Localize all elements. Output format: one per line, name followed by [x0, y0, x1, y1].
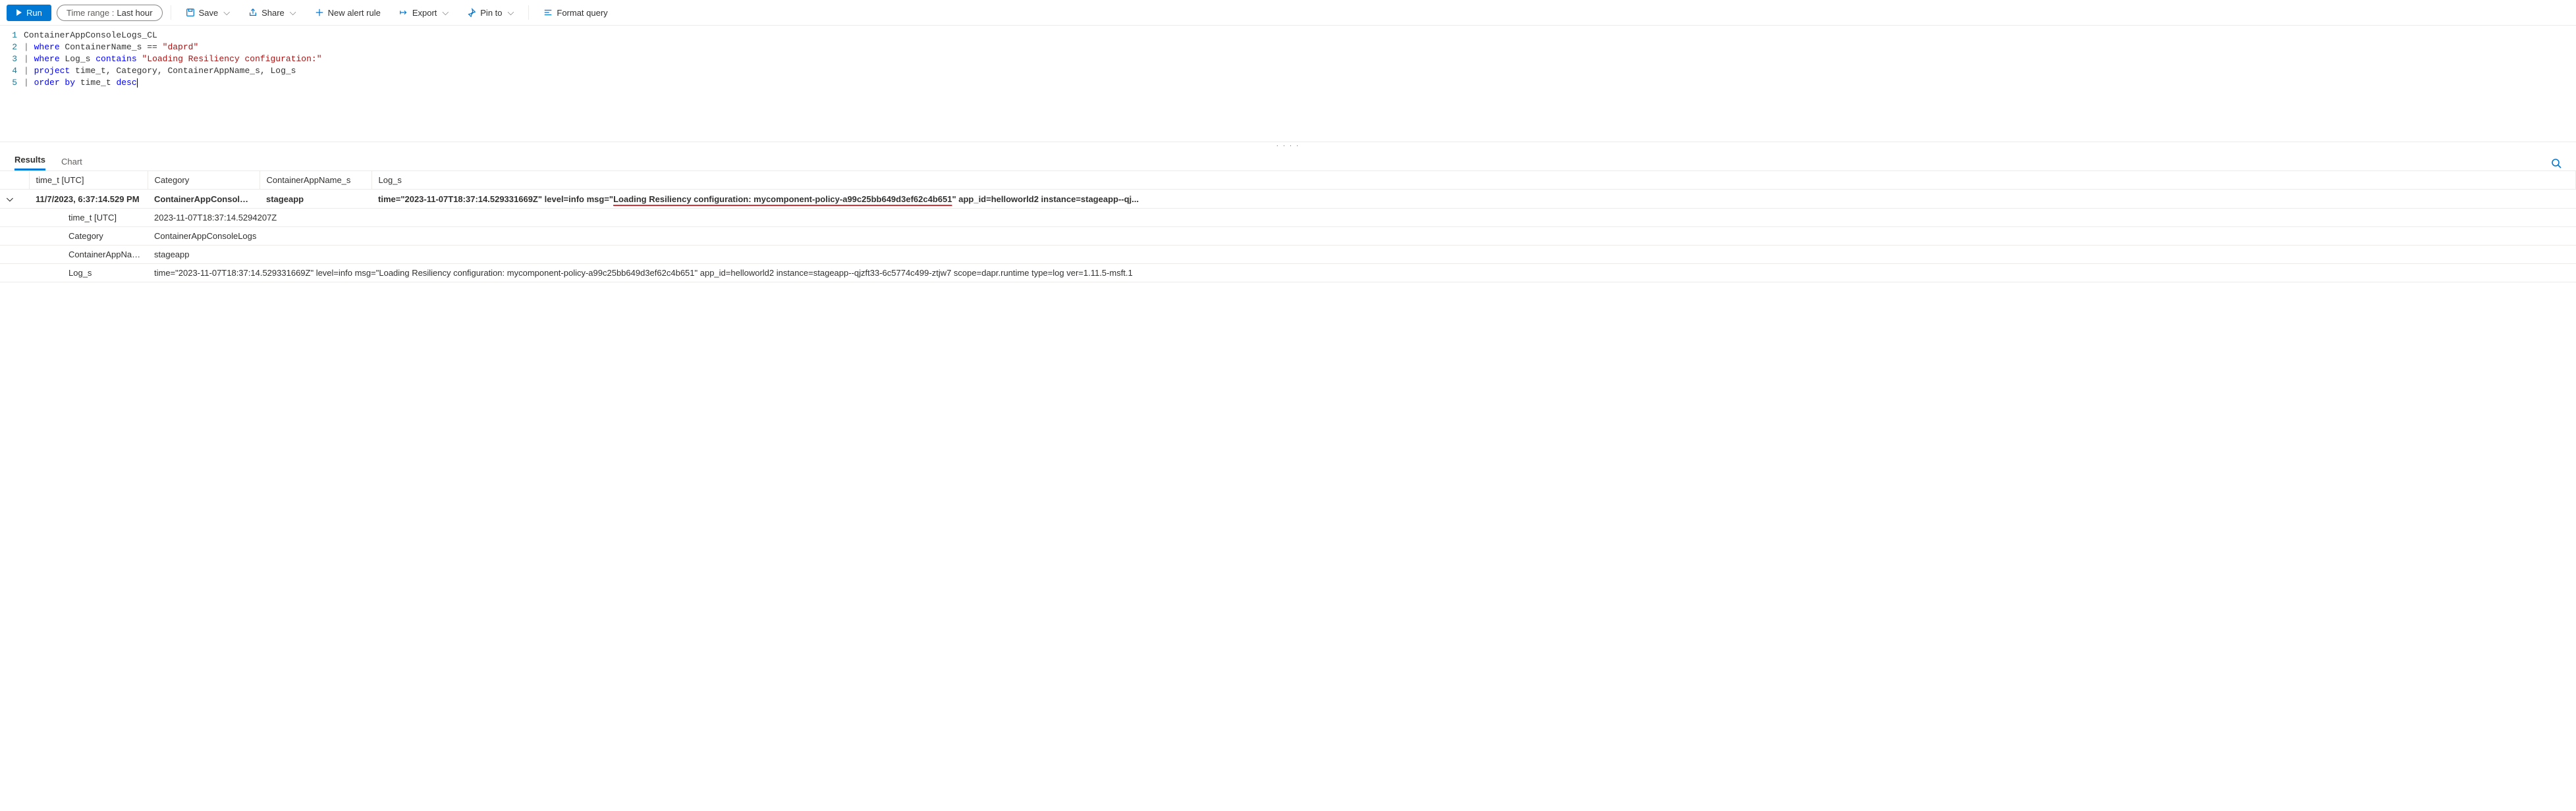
detail-value: 2023-11-07T18:37:14.5294207Z: [148, 209, 2576, 227]
new-alert-button[interactable]: New alert rule: [308, 5, 387, 21]
detail-value: time="2023-11-07T18:37:14.529331669Z" le…: [148, 264, 2576, 282]
query-editor[interactable]: 12345 ContainerAppConsoleLogs_CL| where …: [0, 26, 2576, 89]
detail-key: time_t [UTC]: [29, 209, 148, 227]
pane-splitter[interactable]: · · · ·: [0, 142, 2576, 147]
detail-row-category: Category ContainerAppConsoleLogs: [0, 227, 2576, 246]
code-area[interactable]: ContainerAppConsoleLogs_CL| where Contai…: [24, 30, 2576, 89]
share-button[interactable]: Share ⌵: [242, 4, 303, 21]
log-highlight: Loading Resiliency configuration: mycomp…: [613, 194, 952, 204]
pin-button[interactable]: Pin to ⌵: [460, 4, 520, 21]
detail-key: Log_s: [29, 264, 148, 282]
chevron-down-icon: ⌵: [290, 7, 296, 18]
col-time[interactable]: time_t [UTC]: [29, 171, 148, 190]
play-icon: [16, 9, 22, 16]
query-toolbar: Run Time range : Last hour Save ⌵ Share …: [0, 0, 2576, 26]
detail-row-name: ContainerAppName_s stageapp: [0, 246, 2576, 264]
expand-toggle[interactable]: ⌵: [0, 190, 29, 209]
col-expander[interactable]: [0, 171, 29, 190]
detail-row-log: Log_s time="2023-11-07T18:37:14.52933166…: [0, 264, 2576, 282]
chevron-down-icon: ⌵: [508, 7, 514, 18]
time-range-picker[interactable]: Time range : Last hour: [57, 5, 163, 21]
export-icon: [399, 8, 408, 17]
chevron-down-icon: ⌵: [442, 7, 449, 18]
pin-icon: [467, 8, 476, 17]
results-grid: time_t [UTC] Category ContainerAppName_s…: [0, 171, 2576, 282]
cell-log: time="2023-11-07T18:37:14.529331669Z" le…: [371, 190, 2576, 209]
table-row[interactable]: ⌵ 11/7/2023, 6:37:14.529 PM ContainerApp…: [0, 190, 2576, 209]
detail-key: ContainerAppName_s: [29, 246, 148, 264]
results-tabs: Results Chart: [0, 147, 2576, 171]
cell-time: 11/7/2023, 6:37:14.529 PM: [29, 190, 148, 209]
save-button[interactable]: Save ⌵: [179, 4, 237, 21]
export-label: Export: [412, 8, 437, 18]
log-post: " app_id=helloworld2 instance=stageapp--…: [952, 194, 1139, 204]
cell-category: ContainerAppConsoleLogs: [148, 190, 260, 209]
tab-chart[interactable]: Chart: [61, 153, 82, 170]
share-icon: [248, 8, 258, 17]
format-icon: [543, 8, 553, 17]
search-icon: [2551, 158, 2562, 169]
log-pre: time="2023-11-07T18:37:14.529331669Z" le…: [378, 194, 613, 204]
cell-name: stageapp: [260, 190, 371, 209]
time-range-label: Time range :: [67, 8, 115, 18]
run-label: Run: [26, 8, 42, 18]
format-label: Format query: [557, 8, 607, 18]
share-label: Share: [261, 8, 285, 18]
col-category[interactable]: Category: [148, 171, 260, 190]
format-button[interactable]: Format query: [537, 5, 614, 21]
pin-label: Pin to: [480, 8, 502, 18]
detail-row-time: time_t [UTC] 2023-11-07T18:37:14.5294207…: [0, 209, 2576, 227]
chevron-down-icon: ⌵: [223, 7, 230, 18]
run-button[interactable]: Run: [7, 5, 51, 21]
time-range-value: Last hour: [117, 8, 152, 18]
tab-results[interactable]: Results: [14, 151, 45, 170]
export-button[interactable]: Export ⌵: [393, 4, 455, 21]
line-gutter: 12345: [0, 30, 24, 89]
detail-key: Category: [29, 227, 148, 246]
save-label: Save: [199, 8, 219, 18]
plus-icon: [315, 8, 324, 17]
results-search-button[interactable]: [2551, 158, 2562, 170]
save-icon: [186, 8, 195, 17]
col-name[interactable]: ContainerAppName_s: [260, 171, 371, 190]
detail-value: ContainerAppConsoleLogs: [148, 227, 2576, 246]
new-alert-label: New alert rule: [328, 8, 381, 18]
grid-header: time_t [UTC] Category ContainerAppName_s…: [0, 171, 2576, 190]
toolbar-divider: [528, 5, 529, 20]
col-log[interactable]: Log_s: [371, 171, 2576, 190]
detail-value: stageapp: [148, 246, 2576, 264]
chevron-down-icon: ⌵: [7, 194, 13, 204]
